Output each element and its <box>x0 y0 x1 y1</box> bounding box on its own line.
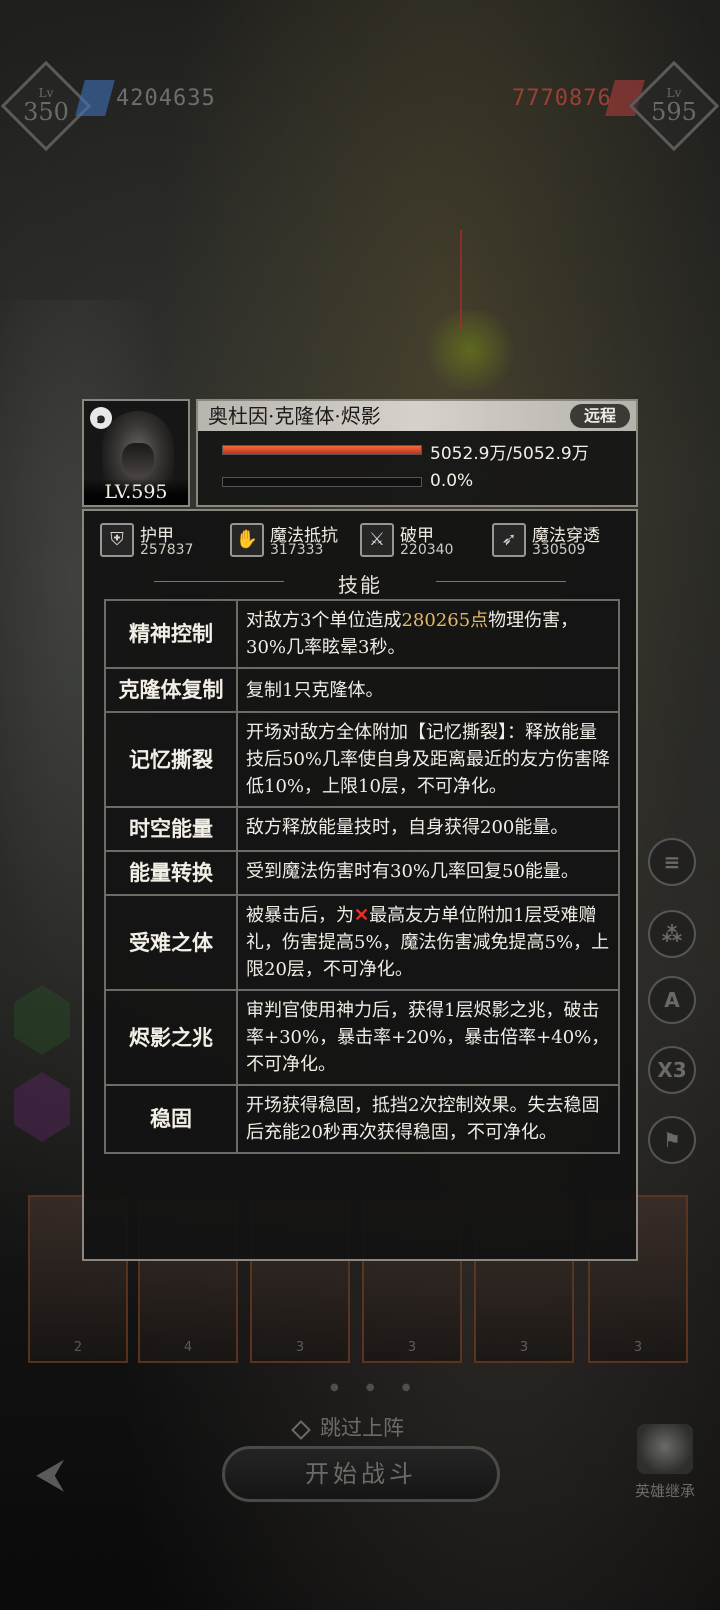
skill-name: 精神控制 <box>106 601 238 667</box>
card-number: 2 <box>73 1340 83 1355</box>
hp-text: 5052.9万/5052.9万 <box>430 444 589 464</box>
skill-name: 记忆撕裂 <box>106 713 238 806</box>
flag-icon: ⚑ <box>663 1128 681 1152</box>
hero-name-text: 奥杜因·克隆体·烬影 <box>208 404 381 428</box>
skill-row: 记忆撕裂 开场对敌方全体附加【记忆撕裂】：释放能量技后50%几率使自身及距离最近… <box>106 713 618 808</box>
back-arrow-icon[interactable]: ⮜ <box>36 1450 96 1498</box>
enemy-power: 7770876 <box>512 86 612 111</box>
codex-button[interactable]: ≡ <box>648 838 696 886</box>
start-battle-button[interactable]: 开始战斗 <box>222 1446 500 1502</box>
skill-row: 精神控制 对敌方3个单位造成280265点物理伤害，30%几率眩晕3秒。 <box>106 601 618 669</box>
skill-row: 受难之体 被暴击后，为✕最高友方单位附加1层受难赠礼，伤害提高5%，魔法伤害减免… <box>106 896 618 991</box>
divider <box>436 581 566 582</box>
stat-value: 220340 <box>400 542 454 558</box>
player-level: 350 <box>23 98 69 126</box>
skill-row: 烬影之兆 审判官使用神力后，获得1层烬影之兆，破击率+30%，暴击率+20%，暴… <box>106 991 618 1086</box>
attack-class-icon: ✕ <box>354 905 370 926</box>
skill-description: 敌方释放能量技时，自身获得200能量。 <box>246 817 569 838</box>
auto-button[interactable]: A <box>648 976 696 1024</box>
skill-name: 时空能量 <box>106 808 238 850</box>
energy-bar <box>222 477 422 487</box>
skills-table: 精神控制 对敌方3个单位造成280265点物理伤害，30%几率眩晕3秒。 克隆体… <box>104 599 620 1154</box>
skill-row: 克隆体复制 复制1只克隆体。 <box>106 669 618 713</box>
enemy-level-badge: Lv 595 <box>628 60 720 152</box>
magic-resist-icon: ✋ <box>230 523 264 557</box>
range-badge: 远程 <box>569 404 630 428</box>
player-gem-icon <box>75 80 115 116</box>
hero-inherit-button[interactable]: 英雄继承 <box>620 1424 710 1501</box>
speed-button[interactable]: X3 <box>648 1046 696 1094</box>
hero-detail-header: ๑ LV.595 奥杜因·克隆体·烬影 远程 5052.9万/5052.9万 0… <box>82 399 638 507</box>
stat-value: 257837 <box>140 542 194 558</box>
skill-description: 受到魔法伤害时有30%几率回复50能量。 <box>246 861 579 882</box>
stat-value: 317333 <box>270 542 324 558</box>
enemy-level: 595 <box>651 98 697 126</box>
auto-icon: A <box>664 988 680 1012</box>
card-number: 3 <box>295 1340 305 1355</box>
skill-description: 复制1只克隆体。 <box>246 679 384 701</box>
book-icon: ≡ <box>663 850 681 874</box>
hero-info-box: 奥杜因·克隆体·烬影 远程 5052.9万/5052.9万 0.0% <box>196 399 638 507</box>
skill-description: 对敌方3个单位造成280265点物理伤害，30%几率眩晕3秒。 <box>246 610 579 658</box>
lion-emblem-icon <box>637 1424 693 1474</box>
hp-bar <box>222 445 422 455</box>
player-power: 4204635 <box>116 86 216 111</box>
skill-row: 能量转换 受到魔法伤害时有30%几率回复50能量。 <box>106 852 618 896</box>
armor-break-icon: ⚔ <box>360 523 394 557</box>
skill-description: 被暴击后，为✕最高友方单位附加1层受难赠礼，伤害提高5%，魔法伤害减免提高5%，… <box>246 905 610 980</box>
formation-icon: ⁂ <box>661 922 683 946</box>
skip-deploy-label: 跳过上阵 <box>320 1416 404 1440</box>
card-number: 3 <box>407 1340 417 1355</box>
hero-inherit-label: 英雄继承 <box>634 1482 695 1500</box>
skill-description: 开场对敌方全体附加【记忆撕裂】：释放能量技后50%几率使自身及距离最近的友方伤害… <box>246 722 611 797</box>
skip-deploy-toggle[interactable]: 跳过上阵 <box>291 1412 404 1442</box>
checkbox-diamond-icon <box>291 1419 311 1440</box>
energy-text: 0.0% <box>430 471 474 491</box>
damage-value: 280265点 <box>401 610 489 631</box>
hero-portrait: ๑ LV.595 <box>82 399 190 507</box>
skill-description: 审判官使用神力后，获得1层烬影之兆，破击率+30%，暴击率+20%，暴击倍率+4… <box>246 1000 610 1075</box>
stat-value: 330509 <box>532 542 586 558</box>
card-number: 4 <box>183 1340 193 1355</box>
skill-name: 克隆体复制 <box>106 669 238 711</box>
speed-icon: X3 <box>657 1058 687 1082</box>
skill-name: 受难之体 <box>106 896 238 989</box>
skill-name: 稳固 <box>106 1086 238 1152</box>
hp-bar-fill <box>223 446 421 454</box>
armor-icon: ⛨ <box>100 523 134 557</box>
hero-level: LV.595 <box>84 479 188 505</box>
magic-penetration-icon: ➶ <box>492 523 526 557</box>
skills-title: 技能 <box>338 573 382 597</box>
page-dots: ● ● ● <box>330 1382 423 1393</box>
element-swirl-icon: ๑ <box>90 407 112 429</box>
card-number: 3 <box>633 1340 643 1355</box>
skill-row: 稳固 开场获得稳固，抵挡2次控制效果。失去稳固后充能20秒再次获得稳固，不可净化… <box>106 1086 618 1152</box>
card-number: 3 <box>519 1340 529 1355</box>
skill-description: 开场获得稳固，抵挡2次控制效果。失去稳固后充能20秒再次获得稳固，不可净化。 <box>246 1095 600 1143</box>
skill-row: 时空能量 敌方释放能量技时，自身获得200能量。 <box>106 808 618 852</box>
formation-button[interactable]: ⁂ <box>648 910 696 958</box>
skill-name: 能量转换 <box>106 852 238 894</box>
skill-name: 烬影之兆 <box>106 991 238 1084</box>
flag-button[interactable]: ⚑ <box>648 1116 696 1164</box>
hero-detail-panel: ⛨ 护甲 257837 ✋ 魔法抵抗 317333 ⚔ 破甲 220340 ➶ … <box>82 509 638 1261</box>
